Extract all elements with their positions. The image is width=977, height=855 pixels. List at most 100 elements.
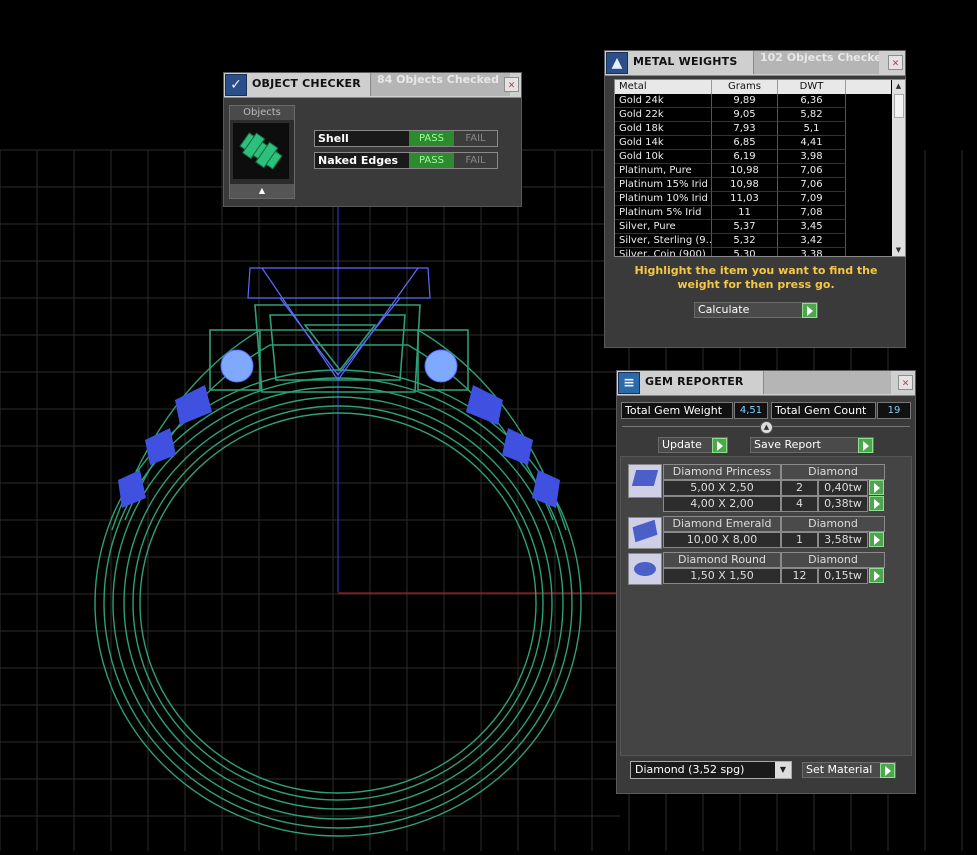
instruction-text: Highlight the item you want to find the … <box>634 264 878 291</box>
checkmark-icon: ✓ <box>225 74 247 96</box>
metal-cell: Platinum 15% Irid <box>615 178 712 192</box>
column-header-metal[interactable]: Metal <box>615 80 712 94</box>
play-icon[interactable] <box>880 763 895 778</box>
material-select[interactable]: Diamond (3,52 spg) ▼ <box>630 761 792 779</box>
princess-cut-gem-icon <box>628 464 662 498</box>
table-row[interactable]: Gold 14k 6,85 4,41 <box>615 136 891 150</box>
table-row[interactable]: Silver, Pure 5,37 3,45 <box>615 220 891 234</box>
table-row[interactable]: Gold 24k 9,89 6,36 <box>615 94 891 108</box>
close-icon[interactable]: ✕ <box>898 375 913 390</box>
metal-cell: Platinum, Pure <box>615 164 712 178</box>
table-row[interactable]: Gold 18k 7,93 5,1 <box>615 122 891 136</box>
set-material-button[interactable]: Set Material <box>802 762 896 778</box>
update-button[interactable]: Update <box>658 437 728 453</box>
collapse-handle-icon[interactable]: ▲ <box>760 421 773 434</box>
check-label: Shell <box>318 132 349 145</box>
table-row[interactable]: Silver, Sterling (9... 5,32 3,42 <box>615 234 891 248</box>
metal-weights-panel: ▲ METAL WEIGHTS 102 Objects Checked ✕ Me… <box>604 50 906 348</box>
dwt-cell: 3,45 <box>778 220 846 234</box>
metal-weights-table[interactable]: Metal Grams DWT Gold 24k 9,89 6,36 Gold 22k… <box>614 79 906 257</box>
select-gem-icon[interactable] <box>869 480 884 495</box>
table-row[interactable]: Platinum 5% Irid 11 7,08 <box>615 206 891 220</box>
metal-cell: Silver, Pure <box>615 220 712 234</box>
dwt-cell: 4,41 <box>778 136 846 150</box>
gem-size: 5,00 X 2,50 <box>663 480 781 496</box>
table-row[interactable]: Gold 10k 6,19 3,98 <box>615 150 891 164</box>
column-header-dwt[interactable]: DWT <box>778 80 846 94</box>
total-gem-weight-value: 4,51 <box>734 402 768 419</box>
gem-count: 1 <box>781 532 818 548</box>
metal-cell: Platinum 5% Irid <box>615 206 712 220</box>
pass-button[interactable]: PASS <box>409 153 454 168</box>
metal-cell: Silver, Coin (900) <box>615 248 712 256</box>
objects-list[interactable]: Objects ▲ <box>229 105 295 199</box>
grams-cell: 5,37 <box>712 220 778 234</box>
gem-cut-label: Diamond Emerald <box>663 516 781 532</box>
dwt-cell: 7,09 <box>778 192 846 206</box>
grams-cell: 11 <box>712 206 778 220</box>
table-scrollbar[interactable]: ▲ ▼ <box>892 80 905 256</box>
object-checker-titlebar[interactable]: ✓ OBJECT CHECKER 84 Objects Checked ✕ <box>224 73 521 98</box>
grams-cell: 6,85 <box>712 136 778 150</box>
gem-list: Diamond Princess Diamond 5,00 X 2,50 2 0… <box>620 456 912 756</box>
gem-material-label: Diamond <box>781 552 885 568</box>
dwt-cell: 6,36 <box>778 94 846 108</box>
grams-cell: 5,32 <box>712 234 778 248</box>
fail-button[interactable]: FAIL <box>454 153 497 168</box>
chevron-down-icon[interactable]: ▼ <box>775 762 791 778</box>
metal-weights-title: METAL WEIGHTS <box>633 55 738 68</box>
gem-count: 2 <box>781 480 818 496</box>
metal-cell: Gold 10k <box>615 150 712 164</box>
set-material-label: Set Material <box>806 763 873 776</box>
table-row[interactable]: Platinum 15% Irid 10,98 7,06 <box>615 178 891 192</box>
grams-cell: 7,93 <box>712 122 778 136</box>
play-icon[interactable] <box>858 438 873 453</box>
gem-report-icon: ≡ <box>618 372 640 394</box>
fail-button[interactable]: FAIL <box>454 131 497 146</box>
play-icon[interactable] <box>802 303 817 318</box>
column-header-grams[interactable]: Grams <box>712 80 778 94</box>
material-select-value: Diamond (3,52 spg) <box>635 763 745 776</box>
scroll-up-icon[interactable]: ▲ <box>892 80 905 92</box>
select-gem-icon[interactable] <box>869 496 884 511</box>
gem-reporter-titlebar[interactable]: ≡ GEM REPORTER ✕ <box>617 371 915 396</box>
check-row-shell: Shell PASS FAIL <box>314 130 498 147</box>
table-row[interactable]: Platinum, Pure 10,98 7,06 <box>615 164 891 178</box>
grams-cell: 9,05 <box>712 108 778 122</box>
scrollbar-thumb[interactable] <box>894 94 904 118</box>
select-gem-icon[interactable] <box>869 568 884 583</box>
table-row[interactable]: Gold 22k 9,05 5,82 <box>615 108 891 122</box>
scroll-up-icon[interactable]: ▲ <box>230 184 294 198</box>
dwt-cell: 5,1 <box>778 122 846 136</box>
play-icon[interactable] <box>712 438 727 453</box>
calculate-label: Calculate <box>698 303 750 316</box>
gem-reporter-subtitle <box>763 371 891 394</box>
gem-reporter-title: GEM REPORTER <box>645 375 744 388</box>
check-row-naked-edges: Naked Edges PASS FAIL <box>314 152 498 169</box>
select-gem-icon[interactable] <box>869 532 884 547</box>
grams-cell: 11,03 <box>712 192 778 206</box>
grams-cell: 10,98 <box>712 164 778 178</box>
total-gem-weight-label: Total Gem Weight <box>621 402 733 419</box>
gem-weight: 3,58tw <box>818 532 868 548</box>
gem-weight: 0,40tw <box>818 480 868 496</box>
table-row[interactable]: Silver, Coin (900) 5,30 3,38 <box>615 248 891 256</box>
calculate-button[interactable]: Calculate <box>694 302 818 318</box>
save-report-button[interactable]: Save Report <box>750 437 874 453</box>
metal-weights-titlebar[interactable]: ▲ METAL WEIGHTS 102 Objects Checked ✕ <box>605 51 905 76</box>
grams-cell: 10,98 <box>712 178 778 192</box>
dwt-cell: 7,06 <box>778 178 846 192</box>
ring-thumbnail[interactable] <box>233 123 289 179</box>
scroll-down-icon[interactable]: ▼ <box>892 244 905 256</box>
grams-cell: 5,30 <box>712 248 778 256</box>
table-row[interactable]: Platinum 10% Irid 11,03 7,09 <box>615 192 891 206</box>
close-icon[interactable]: ✕ <box>504 77 519 92</box>
object-checker-panel: ✓ OBJECT CHECKER 84 Objects Checked ✕ Ob… <box>223 72 522 207</box>
emerald-cut-gem-icon <box>628 517 662 549</box>
metal-cell: Platinum 10% Irid <box>615 192 712 206</box>
gem-count: 12 <box>781 568 818 584</box>
gem-weight: 0,38tw <box>818 496 868 512</box>
pass-button[interactable]: PASS <box>409 131 454 146</box>
round-cut-gem-icon <box>628 553 662 585</box>
close-icon[interactable]: ✕ <box>888 55 903 70</box>
